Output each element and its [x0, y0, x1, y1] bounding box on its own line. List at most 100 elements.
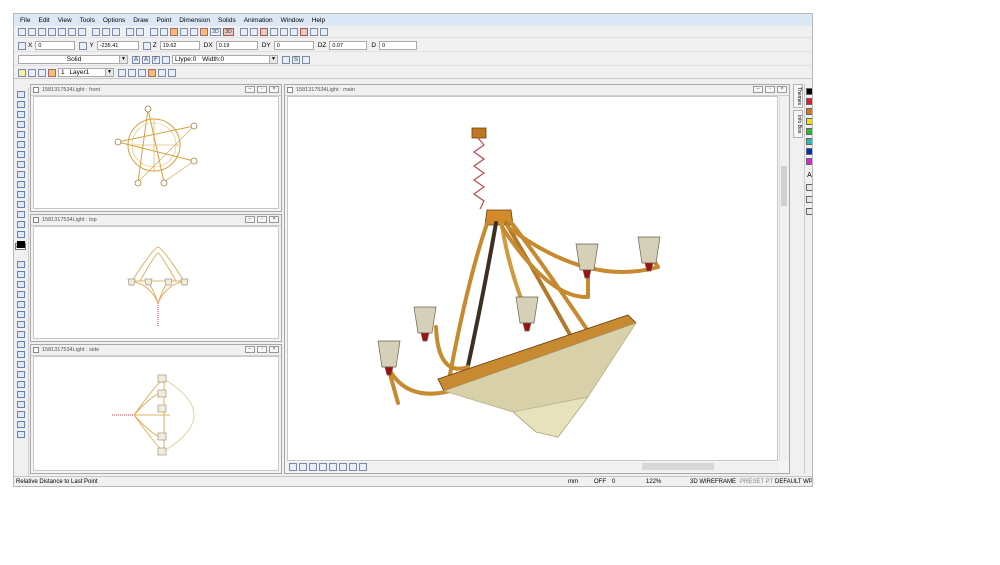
save-icon[interactable] — [38, 27, 46, 36]
eye-icon[interactable] — [282, 55, 290, 64]
color-swatch[interactable] — [806, 98, 812, 105]
layout-icon[interactable] — [190, 27, 198, 36]
black-fill-tool-icon[interactable] — [17, 241, 25, 248]
tool-icon[interactable] — [270, 27, 278, 36]
redo-icon[interactable] — [136, 27, 144, 36]
layout-2-icon[interactable] — [319, 463, 327, 471]
window-icon[interactable] — [300, 27, 308, 36]
close-button[interactable]: × — [269, 86, 279, 93]
menu-animation[interactable]: Animation — [244, 17, 273, 24]
snap-cart-tool-icon[interactable] — [17, 421, 25, 428]
snap-polar-tool-icon[interactable] — [17, 411, 25, 418]
polyline-tool-icon[interactable] — [17, 111, 25, 118]
tab-info-box[interactable]: Info Box — [793, 110, 803, 138]
tab-themes[interactable]: Themes — [793, 84, 803, 108]
menu-edit[interactable]: Edit — [38, 17, 49, 24]
snap-node-tool-icon[interactable] — [17, 321, 25, 328]
light-bulb-icon[interactable] — [18, 68, 26, 77]
snap-near-tool-icon[interactable] — [17, 341, 25, 348]
prev-page-icon[interactable] — [299, 463, 307, 471]
snap-ext-tool-icon[interactable] — [17, 361, 25, 368]
pause-icon[interactable] — [240, 27, 248, 36]
2d-icon[interactable]: 2D — [210, 27, 221, 36]
menu-point[interactable]: Point — [156, 17, 171, 24]
line-tool-tool-icon[interactable] — [17, 221, 25, 228]
snap-center-tool-icon[interactable] — [17, 281, 25, 288]
color-swatch[interactable] — [806, 108, 812, 115]
menu-view[interactable]: View — [58, 17, 72, 24]
menu-dimension[interactable]: Dimension — [179, 17, 210, 24]
restore-button[interactable]: ▫ — [765, 86, 775, 93]
layout-1-icon[interactable] — [309, 463, 317, 471]
main-view-canvas[interactable] — [287, 96, 778, 461]
arc-tool-icon[interactable] — [17, 121, 25, 128]
3d-icon[interactable]: 3D — [223, 27, 234, 36]
fill-tool-icon[interactable] — [17, 231, 25, 238]
menu-window[interactable]: Window — [281, 17, 304, 24]
snap-grid-tool-icon[interactable] — [17, 331, 25, 338]
color-swatch[interactable] — [806, 158, 812, 165]
polygon-tool-icon[interactable] — [17, 161, 25, 168]
top-view-canvas[interactable] — [33, 226, 279, 339]
style-s-icon[interactable]: S — [292, 55, 300, 64]
copy-icon[interactable] — [102, 27, 110, 36]
text-a-icon[interactable]: A — [132, 55, 140, 64]
line-weight-icon[interactable] — [162, 55, 170, 64]
lock-y-icon[interactable] — [79, 41, 88, 50]
measure-icon[interactable] — [280, 27, 288, 36]
pan-icon[interactable] — [150, 27, 158, 36]
restore-button[interactable]: ▫ — [257, 346, 267, 353]
layer-manager-icon[interactable] — [118, 68, 126, 77]
color-swatch[interactable] — [806, 148, 812, 155]
document-icon[interactable] — [78, 27, 86, 36]
camera-icon[interactable] — [200, 27, 208, 36]
grid-icon[interactable] — [250, 27, 258, 36]
snap-abs-tool-icon[interactable] — [17, 401, 25, 408]
layout-4-icon[interactable] — [339, 463, 347, 471]
minimize-button[interactable]: – — [753, 86, 763, 93]
main-vertical-scrollbar[interactable] — [779, 96, 789, 461]
paint-icon[interactable] — [806, 196, 812, 203]
menu-solids[interactable]: Solids — [218, 17, 236, 24]
snap-int-tool-icon[interactable] — [17, 351, 25, 358]
minimize-button[interactable]: – — [245, 216, 255, 223]
dy-field[interactable]: 0 — [273, 41, 314, 50]
menu-options[interactable]: Options — [103, 17, 125, 24]
ellipse-tool-icon[interactable] — [17, 151, 25, 158]
d-field[interactable]: 0 — [379, 41, 418, 50]
next-page-icon[interactable] — [359, 463, 367, 471]
front-view-canvas[interactable] — [33, 96, 279, 209]
move-tool-icon[interactable] — [17, 101, 25, 108]
render-icon[interactable] — [170, 27, 178, 36]
menu-draw[interactable]: Draw — [133, 17, 148, 24]
minimize-button[interactable]: – — [245, 86, 255, 93]
snap-rel-tool-icon[interactable] — [17, 381, 25, 388]
snap-quad-tool-icon[interactable] — [17, 291, 25, 298]
layout-3-icon[interactable] — [329, 463, 337, 471]
x-field[interactable]: 0 — [35, 41, 76, 50]
y-field[interactable]: -235.41 — [96, 41, 139, 50]
layer-snap-icon[interactable] — [138, 68, 146, 77]
horizontal-scroll-thumb[interactable] — [642, 463, 714, 470]
cut-icon[interactable] — [92, 27, 100, 36]
undo-icon[interactable] — [126, 27, 134, 36]
snap-pt-tool-icon[interactable] — [17, 391, 25, 398]
new-file-icon[interactable] — [18, 27, 26, 36]
paste-icon[interactable] — [112, 27, 120, 36]
menu-file[interactable]: File — [20, 17, 30, 24]
lock-x-icon[interactable] — [18, 41, 26, 50]
snap-dir-tool-icon[interactable] — [17, 371, 25, 378]
font-icon[interactable]: F — [152, 55, 160, 64]
layer-unlock-icon[interactable] — [168, 68, 176, 77]
view-icon[interactable] — [180, 27, 188, 36]
info-icon[interactable] — [310, 27, 318, 36]
minimize-button[interactable]: – — [245, 346, 255, 353]
text-tool-icon[interactable] — [17, 191, 25, 198]
spline-tool-icon[interactable] — [17, 181, 25, 188]
eye-icon[interactable] — [806, 184, 812, 191]
curve-tool-icon[interactable] — [17, 171, 25, 178]
sun-icon[interactable] — [28, 68, 36, 77]
dx-field[interactable]: 0.19 — [215, 41, 258, 50]
point-tool-icon[interactable] — [17, 211, 25, 218]
help-icon[interactable] — [320, 27, 328, 36]
